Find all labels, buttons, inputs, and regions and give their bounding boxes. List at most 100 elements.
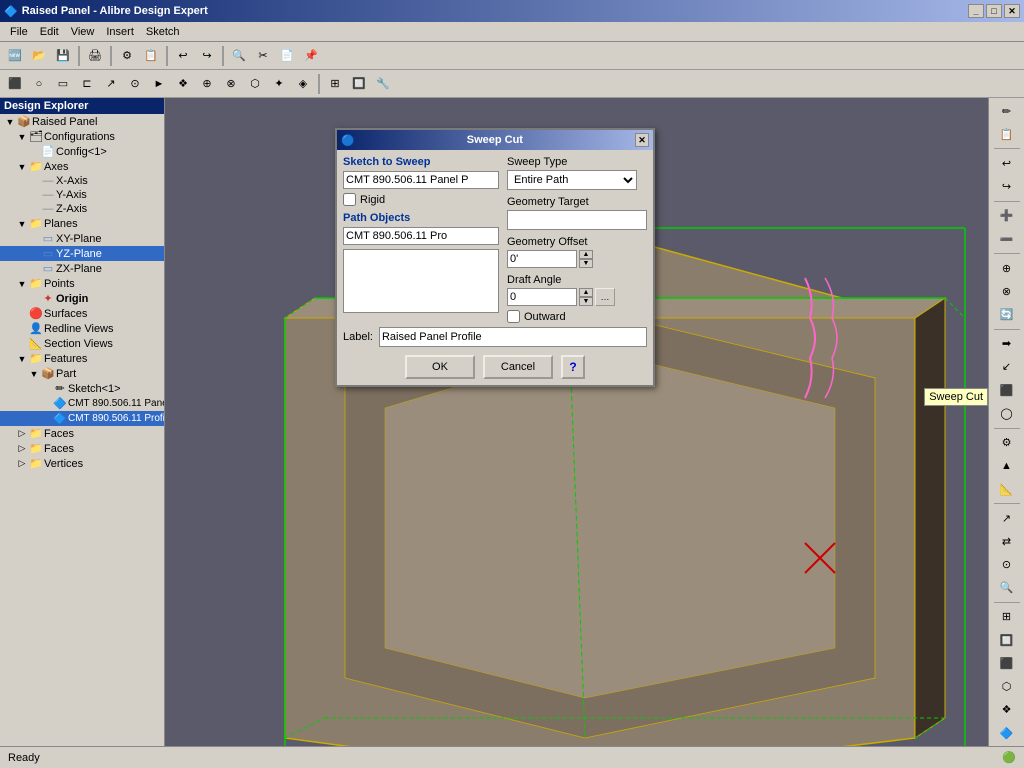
rigid-checkbox[interactable] [343, 193, 356, 206]
tb2-diamond[interactable]: ◈ [292, 73, 314, 95]
tree-item-yaxis[interactable]: — Y-Axis [0, 188, 164, 202]
rt-diamond[interactable]: ❖ [993, 699, 1021, 721]
tree-item-sketch1[interactable]: ✏ Sketch<1> [0, 381, 164, 396]
path-objects-list[interactable] [343, 249, 499, 313]
menu-insert[interactable]: Insert [100, 24, 140, 40]
tb-cut[interactable]: ✂ [252, 45, 274, 67]
tb2-star[interactable]: ✦ [268, 73, 290, 95]
sweep-type-select[interactable]: Entire Path To Next Through All [507, 170, 637, 190]
tree-item-cmt-panel[interactable]: 🔷 CMT 890.506.11 Panel Profile_CatalogFe… [0, 396, 164, 411]
rt-redo[interactable]: ↪ [993, 176, 1021, 198]
tb2-rect[interactable]: ⬛ [4, 73, 26, 95]
draft-angle-spinner[interactable]: ▲ ▼ [579, 288, 593, 306]
rt-measure[interactable]: 📐 [993, 478, 1021, 500]
tree-item-part[interactable]: ▼ 📦 Part [0, 366, 164, 381]
rt-copy[interactable]: 📋 [993, 123, 1021, 145]
tb-redo[interactable]: ↪ [196, 45, 218, 67]
rt-grid[interactable]: ⊞ [993, 606, 1021, 628]
rt-square[interactable]: ⬛ [993, 379, 1021, 401]
minimize-button[interactable]: _ [968, 4, 984, 18]
close-button[interactable]: ✕ [1004, 4, 1020, 18]
cancel-button[interactable]: Cancel [483, 355, 553, 379]
tb2-more2[interactable]: 🔲 [348, 73, 370, 95]
tree-item-zxplane[interactable]: ▭ ZX-Plane [0, 261, 164, 276]
tb-copy[interactable]: 📋 [140, 45, 162, 67]
tree-item-features[interactable]: ▼ 📁 Features [0, 351, 164, 366]
draft-extra-btn[interactable]: … [595, 288, 615, 306]
menu-sketch[interactable]: Sketch [140, 24, 186, 40]
tb2-add[interactable]: ⊕ [196, 73, 218, 95]
tb-zoom[interactable]: 🔍 [228, 45, 250, 67]
tb2-orbit[interactable]: ⊙ [124, 73, 146, 95]
rt-edit[interactable]: ✏ [993, 100, 1021, 122]
rt-hex[interactable]: ⬡ [993, 675, 1021, 697]
tb-save[interactable]: 💾 [52, 45, 74, 67]
rt-ne[interactable]: ↗ [993, 507, 1021, 529]
tree-item-cmt-path[interactable]: 🔷 CMT 890.506.11 Profile Path [0, 411, 164, 426]
tree-item-edges[interactable]: ▷ 📁 Faces [0, 426, 164, 441]
geometry-offset-input[interactable] [507, 250, 577, 268]
rt-circle[interactable]: ◯ [993, 402, 1021, 424]
sweep-dialog-close-button[interactable]: ✕ [635, 133, 649, 147]
rt-swap[interactable]: ⇄ [993, 530, 1021, 552]
rt-rotate[interactable]: 🔄 [993, 304, 1021, 326]
menu-file[interactable]: File [4, 24, 34, 40]
tb-settings[interactable]: ⚙ [116, 45, 138, 67]
rt-tri[interactable]: ▲ [993, 455, 1021, 477]
tb2-arrow[interactable]: ↗ [100, 73, 122, 95]
tb2-circle[interactable]: ○ [28, 73, 50, 95]
tb2-cross[interactable]: ❖ [172, 73, 194, 95]
rt-undo[interactable]: ↩ [993, 152, 1021, 174]
tree-item-planes[interactable]: ▼ 📁 Planes [0, 216, 164, 231]
tb2-hex[interactable]: ⬡ [244, 73, 266, 95]
menu-view[interactable]: View [65, 24, 101, 40]
tb-new[interactable]: 🆕 [4, 45, 26, 67]
tree-item-yzplane[interactable]: ▭ YZ-Plane [0, 246, 164, 261]
title-bar-controls[interactable]: _ □ ✕ [968, 4, 1020, 18]
tb2-more1[interactable]: ⊞ [324, 73, 346, 95]
tb-print[interactable]: 🖨 [84, 45, 106, 67]
rt-frame[interactable]: 🔲 [993, 629, 1021, 651]
rt-gear[interactable]: ⚙ [993, 431, 1021, 453]
tree-item-axes[interactable]: ▼ 📁 Axes [0, 159, 164, 174]
geometry-target-input[interactable] [507, 210, 647, 230]
rt-zoom-out[interactable]: ⊗ [993, 280, 1021, 302]
tb2-more3[interactable]: 🔧 [372, 73, 394, 95]
rt-orbit[interactable]: ⊙ [993, 553, 1021, 575]
tree-item-config1[interactable]: 📄 Config<1> [0, 144, 164, 159]
tb2-box[interactable]: ▭ [52, 73, 74, 95]
tree-item-raised-panel[interactable]: ▼ 📦 Raised Panel [0, 114, 164, 129]
outward-checkbox[interactable] [507, 310, 520, 323]
tb2-remove[interactable]: ⊗ [220, 73, 242, 95]
tb-open[interactable]: 📂 [28, 45, 50, 67]
spin-down[interactable]: ▼ [579, 259, 593, 268]
draft-spin-down[interactable]: ▼ [579, 297, 593, 306]
ok-button[interactable]: OK [405, 355, 475, 379]
rt-arrow[interactable]: ➡ [993, 333, 1021, 355]
geometry-offset-spinner[interactable]: ▲ ▼ [579, 250, 593, 268]
menu-edit[interactable]: Edit [34, 24, 65, 40]
rt-minus[interactable]: ➖ [993, 228, 1021, 250]
tree-item-origin[interactable]: ✦ Origin [0, 291, 164, 306]
tree-item-points[interactable]: ▼ 📁 Points [0, 276, 164, 291]
label-field-input[interactable] [379, 327, 647, 347]
tb2-play[interactable]: ► [148, 73, 170, 95]
rt-plus[interactable]: ➕ [993, 205, 1021, 227]
tree-item-xyplane[interactable]: ▭ XY-Plane [0, 231, 164, 246]
tb-pin[interactable]: 📌 [300, 45, 322, 67]
tree-item-vertices[interactable]: ▷ 📁 Vertices [0, 456, 164, 471]
rt-zoom-fit[interactable]: ⊕ [993, 257, 1021, 279]
tree-item-faces[interactable]: ▷ 📁 Faces [0, 441, 164, 456]
tree-item-surfaces[interactable]: 🔴 Surfaces [0, 306, 164, 321]
tb2-path[interactable]: ⊏ [76, 73, 98, 95]
tree-item-redline-views[interactable]: 👤 Redline Views [0, 321, 164, 336]
sweep-dialog-title[interactable]: 🔵 Sweep Cut ✕ [337, 130, 653, 150]
spin-up[interactable]: ▲ [579, 250, 593, 259]
tree-item-section-views[interactable]: 📐 Section Views [0, 336, 164, 351]
viewport[interactable]: 🔵 Sweep Cut ✕ Sketch to Sweep CMT 890.50… [165, 98, 988, 746]
tb-doc[interactable]: 📄 [276, 45, 298, 67]
tree-item-xaxis[interactable]: — X-Axis [0, 174, 164, 188]
rt-filled[interactable]: ⬛ [993, 652, 1021, 674]
rt-search[interactable]: 🔍 [993, 577, 1021, 599]
draft-spin-up[interactable]: ▲ [579, 288, 593, 297]
